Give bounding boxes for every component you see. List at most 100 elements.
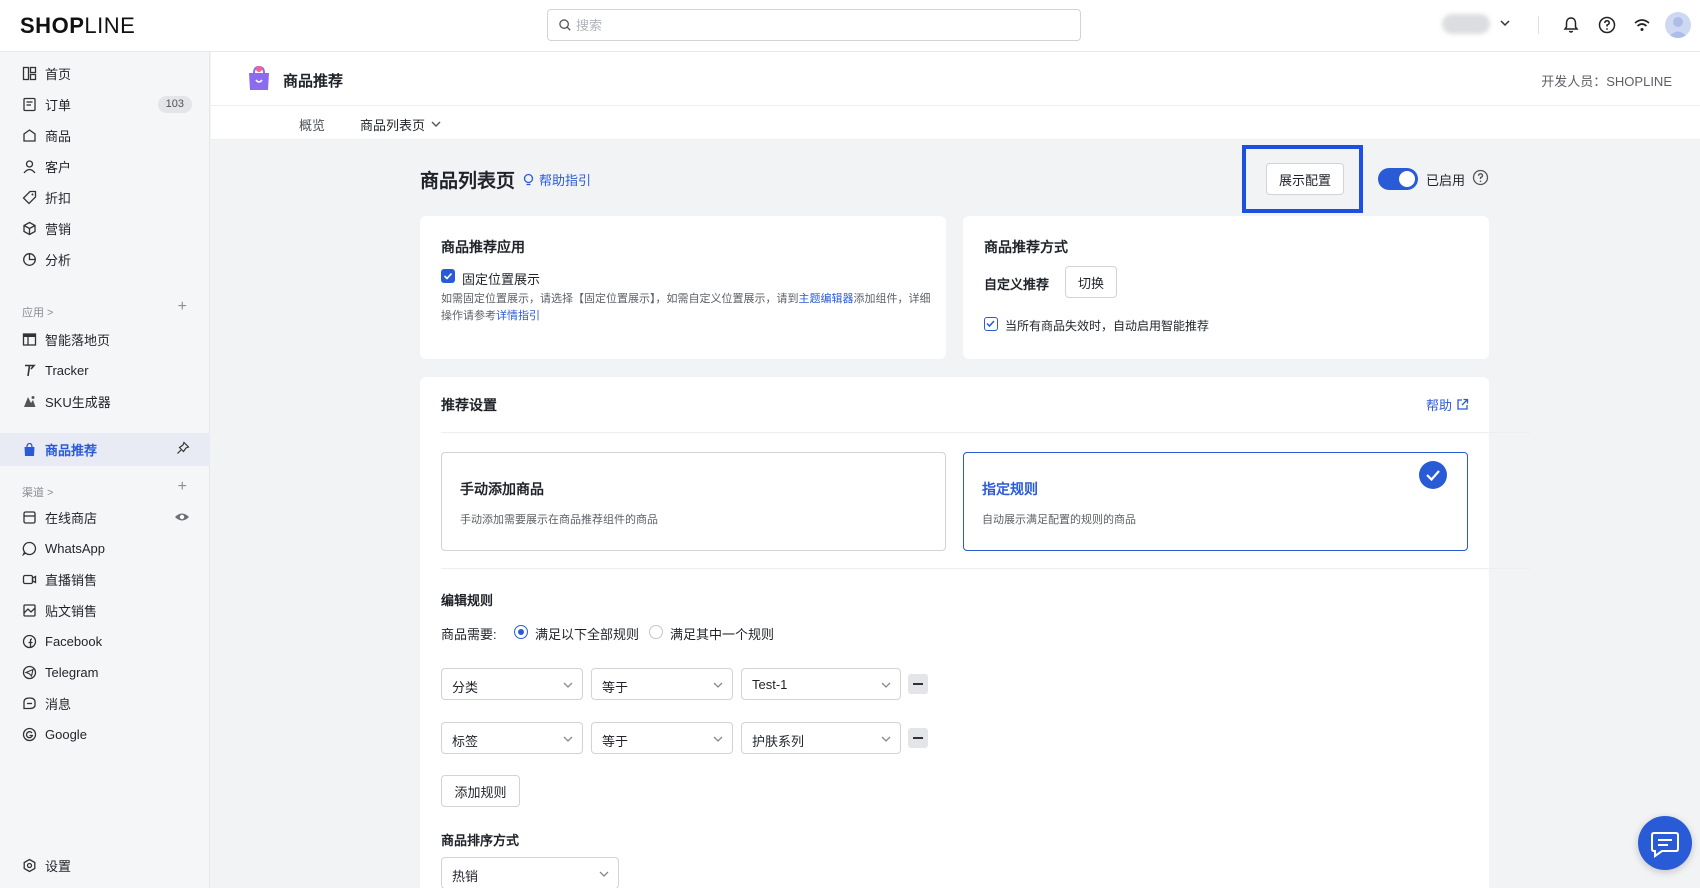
select-value: 等于 (602, 734, 629, 749)
select-value: 护肤系列 (752, 734, 805, 749)
add-rule-button[interactable]: 添加规则 (441, 775, 520, 807)
logo-text-p: P (69, 13, 85, 38)
sidebar-item-label: Facebook (45, 633, 103, 649)
rule-field-select[interactable]: 分类 (441, 668, 583, 700)
add-app-plus-icon[interactable]: + (178, 298, 187, 316)
match-all-radio[interactable] (514, 625, 528, 639)
sidebar-item-discounts[interactable]: 折扣 (0, 182, 210, 212)
dashboard-icon (22, 66, 37, 80)
chevron-down-icon (713, 736, 723, 742)
discount-tag-icon (22, 190, 37, 204)
check-icon (986, 320, 995, 328)
wifi-icon[interactable] (1632, 15, 1652, 35)
sort-select[interactable]: 热销 (441, 857, 619, 888)
sidebar-item-sku-generator[interactable]: SKU生成器 (0, 386, 210, 416)
help-circle-icon[interactable] (1597, 15, 1617, 35)
option-manual-add[interactable]: 手动添加商品 手动添加需要展示在商品推荐组件的商品 (441, 452, 946, 551)
help-circle-icon[interactable] (1472, 169, 1489, 186)
pin-icon[interactable] (176, 441, 190, 455)
sidebar-item-label: 折扣 (45, 190, 72, 206)
chevron-down-icon[interactable] (430, 118, 442, 130)
sort-title: 商品排序方式 (441, 833, 520, 848)
sidebar-item-label: 营销 (45, 221, 72, 237)
help-link[interactable]: 帮助 (1426, 395, 1469, 414)
tab-overview[interactable]: 概览 (299, 115, 325, 134)
rule-value-select[interactable]: Test-1 (741, 668, 901, 700)
sidebar-item-analytics[interactable]: 分析 (0, 244, 210, 274)
sidebar-item-orders[interactable]: 订单 103 (0, 89, 210, 119)
remove-rule-button[interactable] (908, 728, 928, 748)
app-header: 商品推荐 开发人员：SHOPLINE (211, 52, 1700, 106)
theme-editor-link[interactable]: 主题编辑器 (799, 293, 854, 305)
app-card-description: 如需固定位置展示，请选择【固定位置展示】，如需自定义位置展示，请到主题编辑器添加… (441, 291, 931, 325)
desc-text: 操作请参考 (441, 310, 496, 322)
detail-guide-link[interactable]: 详情指引 (496, 310, 540, 322)
option-title: 手动添加商品 (460, 481, 544, 497)
search-box[interactable] (547, 9, 1081, 41)
desc-text: 添加组件，详细 (853, 293, 931, 305)
sidebar-item-label: 在线商店 (45, 510, 98, 526)
rule-operator-select[interactable]: 等于 (591, 722, 733, 754)
sidebar-item-live-selling[interactable]: 直播销售 (0, 564, 210, 594)
eye-icon[interactable] (174, 510, 190, 524)
sidebar-item-products[interactable]: 商品 (0, 120, 210, 150)
option-title: 指定规则 (982, 481, 1038, 497)
rule-value-select[interactable]: 护肤系列 (741, 722, 901, 754)
sidebar-item-messages[interactable]: 消息 (0, 688, 210, 718)
sidebar-item-marketing[interactable]: 营销 (0, 213, 210, 243)
sku-generator-icon (24, 395, 36, 407)
channels-section-header[interactable]: 渠道 > (22, 484, 53, 500)
sidebar-item-label: 分析 (45, 252, 72, 268)
tab-list-page[interactable]: 商品列表页 (360, 115, 425, 134)
sidebar-item-landing-page[interactable]: 智能落地页 (0, 324, 210, 354)
sidebar-item-post-selling[interactable]: 贴文销售 (0, 595, 210, 625)
top-bar: SHOPLINE (0, 0, 1700, 52)
sidebar-item-google[interactable]: Google (0, 719, 210, 749)
fallback-checkbox[interactable] (984, 317, 998, 331)
google-icon (22, 727, 37, 741)
shopline-logo[interactable]: SHOPLINE (20, 13, 135, 39)
sidebar-item-tracker[interactable]: Tracker (0, 355, 210, 385)
sidebar-item-telegram[interactable]: Telegram (0, 657, 210, 687)
avatar[interactable] (1665, 12, 1691, 38)
display-config-button[interactable]: 展示配置 (1266, 163, 1344, 195)
sidebar-item-settings[interactable]: 设置 (0, 850, 210, 880)
logo-text-o: O (51, 13, 70, 38)
sidebar-item-product-recommend[interactable]: 商品推荐 (0, 433, 210, 466)
sidebar-item-home[interactable]: 首页 (0, 58, 210, 88)
sidebar-item-customers[interactable]: 客户 (0, 151, 210, 181)
fixed-position-checkbox[interactable] (441, 269, 455, 283)
match-any-label: 满足其中一个规则 (670, 627, 775, 642)
rule-operator-select[interactable]: 等于 (591, 668, 733, 700)
chat-support-button[interactable] (1638, 816, 1692, 870)
sidebar-item-facebook[interactable]: Facebook (0, 626, 210, 656)
chevron-down-icon (881, 682, 891, 688)
switch-button[interactable]: 切换 (1065, 266, 1117, 298)
rule-field-select[interactable]: 标签 (441, 722, 583, 754)
help-guide-link[interactable]: 帮助指引 (522, 170, 591, 189)
order-count-badge: 103 (157, 96, 192, 113)
store-name-blurred[interactable] (1442, 14, 1490, 34)
post-selling-icon (23, 603, 36, 617)
sidebar-item-label: 商品 (45, 128, 72, 144)
match-any-radio[interactable] (649, 625, 663, 639)
chevron-down-icon (881, 736, 891, 742)
facebook-icon (22, 634, 37, 648)
card-title: 商品推荐应用 (441, 239, 525, 255)
divider (441, 432, 1531, 433)
sidebar-item-whatsapp[interactable]: WhatsApp (0, 533, 210, 563)
sidebar-item-online-store[interactable]: 在线商店 (0, 502, 210, 532)
enable-toggle[interactable] (1378, 168, 1418, 190)
sidebar-item-label: 订单 (45, 97, 72, 113)
fallback-label: 当所有商品失效时，自动启用智能推荐 (1005, 319, 1210, 333)
search-input[interactable] (576, 10, 1056, 40)
select-value: 等于 (602, 680, 629, 695)
add-channel-plus-icon[interactable]: + (178, 478, 187, 496)
apps-section-header[interactable]: 应用 > (22, 304, 53, 320)
developer-label: 开发人员：SHOPLINE (1541, 74, 1672, 89)
user-icon (1668, 17, 1688, 38)
option-rule-based[interactable]: 指定规则 自动展示满足配置的规则的商品 (963, 452, 1468, 551)
bell-icon[interactable] (1561, 15, 1581, 35)
remove-rule-button[interactable] (908, 674, 928, 694)
chevron-down-icon[interactable] (1498, 16, 1512, 30)
